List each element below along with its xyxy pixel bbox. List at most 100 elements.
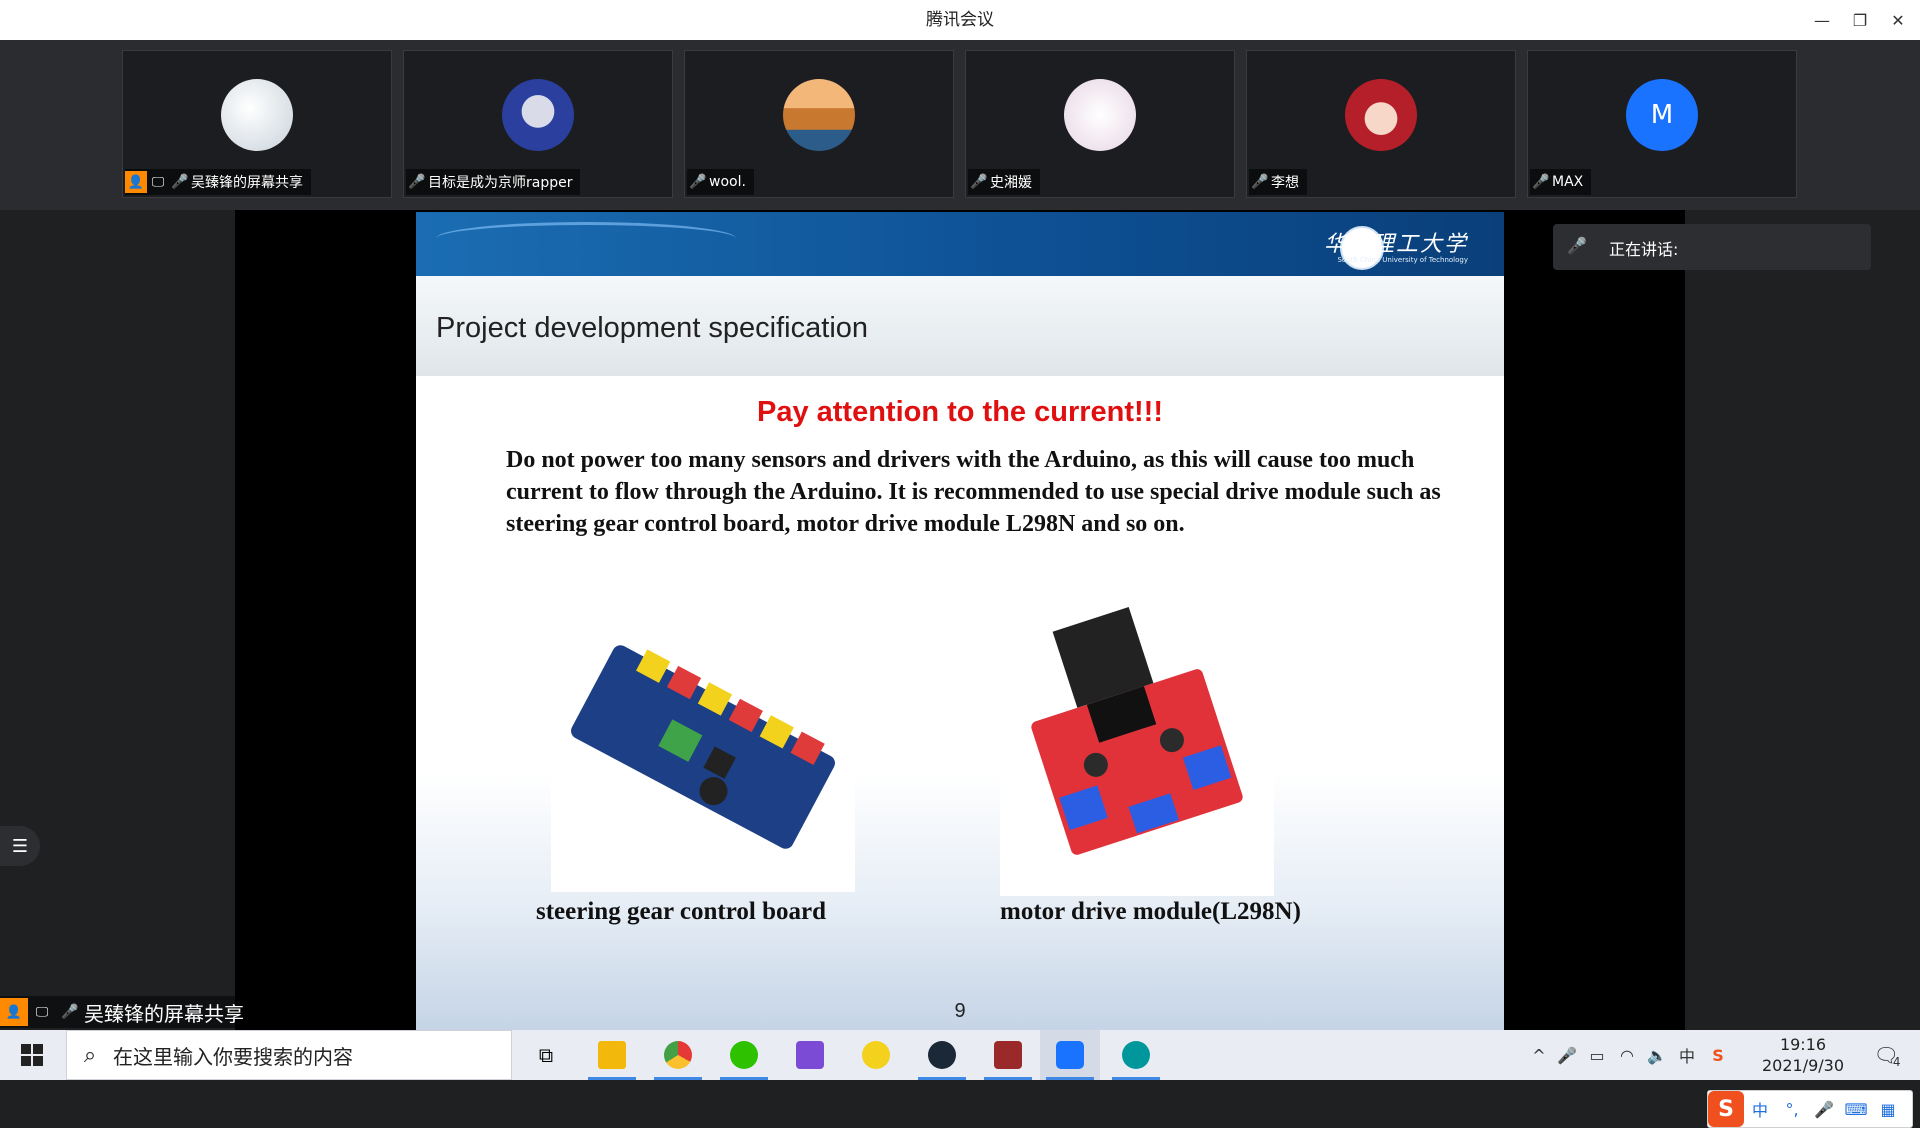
window-title: 腾讯会议: [926, 10, 994, 30]
chrome-button[interactable]: [648, 1030, 708, 1080]
close-button[interactable]: ✕: [1876, 0, 1920, 40]
participant-nameplate: 🎤 目标是成为京师rapper: [406, 169, 581, 195]
wechat-icon: [730, 1041, 758, 1069]
microphone-icon[interactable]: 🎤: [1808, 1100, 1840, 1119]
screen-share-icon: 🖵: [35, 1004, 49, 1020]
app-icon: [994, 1041, 1022, 1069]
task-view-icon: ⧉: [538, 1043, 554, 1067]
keyboard-icon[interactable]: ⌨: [1840, 1100, 1872, 1119]
slide-body-text: Do not power too many sensors and driver…: [506, 447, 1441, 537]
slide-title-band: Project development specification: [416, 276, 1504, 376]
avatar: [502, 79, 574, 151]
participant-nameplate: 🎤 李想: [1249, 169, 1307, 195]
ime-toolbar[interactable]: S 中 °, 🎤 ⌨ ▦: [1707, 1090, 1913, 1128]
mic-off-icon: 🎤: [171, 174, 189, 190]
screen-share-name: 吴臻锋的屏幕共享: [84, 1001, 244, 1026]
participant-tile[interactable]: 👤 🖵 🎤 吴臻锋的屏幕共享: [122, 50, 392, 198]
arduino-button[interactable]: [1106, 1030, 1166, 1080]
caption-left: steering gear control board: [536, 898, 827, 925]
host-icon: 👤: [125, 171, 147, 193]
punctuation-icon[interactable]: °,: [1776, 1100, 1808, 1119]
participant-tile[interactable]: M 🎤 MAX: [1527, 50, 1797, 198]
folder-icon: [598, 1041, 626, 1069]
tencent-meeting-button[interactable]: [1040, 1030, 1100, 1080]
mic-off-icon: 🎤: [1567, 236, 1587, 255]
ime-mode[interactable]: 中: [1744, 1097, 1776, 1121]
taskbar-clock[interactable]: 19:16 2021/9/30: [1748, 1034, 1858, 1076]
shared-screen-area: 华南理工大学 South China University of Technol…: [0, 210, 1920, 1128]
search-placeholder: 在这里输入你要搜索的内容: [113, 1044, 353, 1069]
sogou-logo-icon: S: [1708, 1091, 1744, 1127]
participant-name: wool.: [709, 174, 746, 190]
steam-icon: [928, 1041, 956, 1069]
avatar: M: [1626, 79, 1698, 151]
taskbar-search-box[interactable]: ⌕ 在这里输入你要搜索的内容: [66, 1030, 512, 1080]
wechat-button[interactable]: [714, 1030, 774, 1080]
file-explorer-button[interactable]: [582, 1030, 642, 1080]
windows-taskbar: ⌕ 在这里输入你要搜索的内容 ⧉ ^ 🎤 ▭ ◠ 🔈 中 S 19:16 202…: [0, 1030, 1920, 1080]
participant-tile[interactable]: 🎤 wool.: [684, 50, 954, 198]
participant-nameplate: 🎤 MAX: [1530, 169, 1592, 195]
host-icon: 👤: [0, 998, 28, 1026]
participant-tile[interactable]: 🎤 目标是成为京师rapper: [403, 50, 673, 198]
member-list-button[interactable]: ☰: [0, 826, 40, 866]
mic-off-icon: 🎤: [1532, 174, 1550, 190]
sogou-tray-icon[interactable]: S: [1702, 1046, 1734, 1065]
servo-board-image: [551, 602, 855, 892]
university-name: 华南理工大学: [1323, 232, 1468, 257]
screen-share-icon: 🖵: [151, 174, 165, 190]
l298n-module-image: [1000, 602, 1274, 896]
avatar: [1064, 79, 1136, 151]
wifi-icon[interactable]: ◠: [1612, 1046, 1642, 1065]
chevron-up-icon[interactable]: ^: [1526, 1046, 1552, 1065]
visual-studio-button[interactable]: [780, 1030, 840, 1080]
app-button[interactable]: [978, 1030, 1038, 1080]
task-view-button[interactable]: ⧉: [516, 1030, 576, 1080]
ime-indicator-icon[interactable]: 中: [1672, 1043, 1702, 1067]
caption-right: motor drive module(L298N): [1000, 898, 1301, 925]
participant-nameplate: 🎤 史湘媛: [968, 169, 1040, 195]
tencent-meeting-icon: [1056, 1041, 1084, 1069]
app-button[interactable]: [846, 1030, 906, 1080]
system-tray: ^ 🎤 ▭ ◠ 🔈 中 S: [1526, 1030, 1734, 1080]
start-button[interactable]: [0, 1030, 64, 1080]
volume-icon[interactable]: 🔈: [1642, 1046, 1672, 1065]
speaking-label: 正在讲话:: [1609, 240, 1679, 259]
university-subtitle: South China University of Technology: [1337, 256, 1468, 264]
visual-studio-icon: [796, 1041, 824, 1069]
mic-off-icon: 🎤: [408, 174, 426, 190]
presentation-slide: 华南理工大学 South China University of Technol…: [416, 212, 1504, 1030]
search-icon: ⌕: [83, 1042, 97, 1068]
mic-off-icon: 🎤: [970, 174, 988, 190]
slide-page-number: 9: [954, 1000, 966, 1022]
chrome-icon: [664, 1041, 692, 1069]
toolbox-icon[interactable]: ▦: [1872, 1100, 1904, 1119]
participant-nameplate: 🎤 wool.: [687, 169, 754, 195]
microphone-icon[interactable]: 🎤: [1552, 1046, 1582, 1065]
slide-header: 华南理工大学 South China University of Technol…: [416, 212, 1504, 276]
participant-name: 史湘媛: [990, 175, 1032, 191]
battery-icon[interactable]: ▭: [1582, 1046, 1612, 1065]
avatar: [1345, 79, 1417, 151]
notification-center-button[interactable]: 🗨 4: [1862, 1030, 1912, 1080]
steam-button[interactable]: [912, 1030, 972, 1080]
participants-strip: 👤 🖵 🎤 吴臻锋的屏幕共享 🎤 目标是成为京师rapper 🎤 wool. 🎤…: [0, 40, 1920, 210]
participant-tile[interactable]: 🎤 史湘媛: [965, 50, 1235, 198]
participant-name: 吴臻锋的屏幕共享: [191, 175, 303, 191]
screen-share-label: 👤 🖵 🎤 吴臻锋的屏幕共享: [0, 996, 254, 1028]
window-titlebar: 腾讯会议 — ❐ ✕: [0, 0, 1920, 40]
mic-off-icon: 🎤: [61, 1004, 79, 1020]
participant-name: 李想: [1271, 175, 1299, 191]
participant-name: 目标是成为京师rapper: [428, 175, 573, 191]
avatar: [783, 79, 855, 151]
clock-time: 19:16: [1779, 1035, 1827, 1054]
windows-logo-icon: [21, 1044, 43, 1066]
participant-name: MAX: [1552, 174, 1584, 190]
header-swoosh: [436, 222, 736, 255]
slide-warning: Pay attention to the current!!!: [756, 396, 1163, 428]
participant-tile[interactable]: 🎤 李想: [1246, 50, 1516, 198]
app-icon: [862, 1041, 890, 1069]
arduino-icon: [1122, 1041, 1150, 1069]
avatar: [221, 79, 293, 151]
clock-date: 2021/9/30: [1761, 1056, 1845, 1075]
